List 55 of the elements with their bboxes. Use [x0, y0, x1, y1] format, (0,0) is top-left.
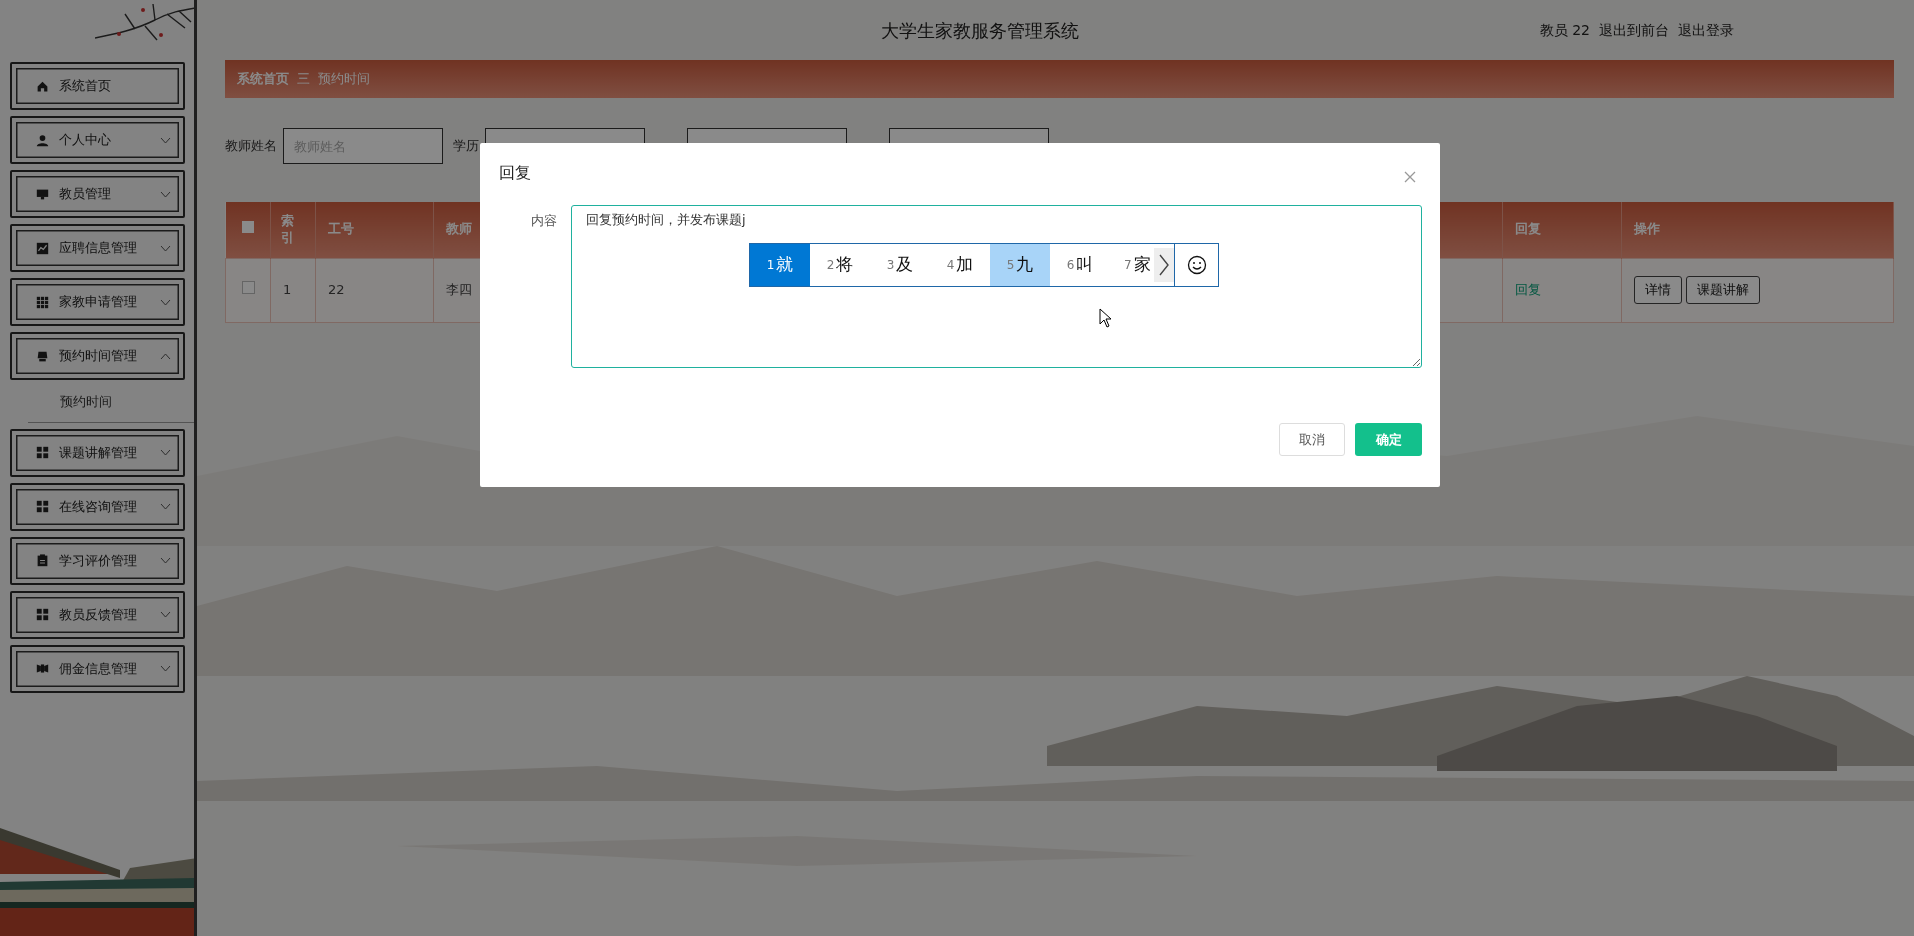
ime-candidate[interactable]: 4 加 — [930, 244, 990, 286]
sidebar-item[interactable]: 家教申请管理 — [10, 278, 185, 326]
action-button[interactable]: 详情 — [1634, 276, 1682, 304]
row-checkbox[interactable] — [241, 281, 255, 295]
breadcrumb-separator: 三 — [297, 70, 310, 89]
next-page-icon[interactable] — [1154, 248, 1174, 282]
film-icon — [36, 662, 49, 675]
field-label: 内容 — [530, 212, 557, 230]
action-button[interactable]: 课题讲解 — [1686, 276, 1760, 304]
sidebar-item[interactable]: 系统首页 — [10, 62, 185, 110]
header-link[interactable]: 退出登录 — [1678, 19, 1734, 41]
search-label: 学历 — [453, 137, 479, 156]
sidebar-item[interactable]: 个人中心 — [10, 116, 185, 164]
table-cell: 22 — [328, 282, 345, 298]
cursor-icon — [1099, 308, 1113, 328]
grid-icon — [36, 446, 49, 459]
breadcrumb-item: 预约时间 — [318, 70, 370, 89]
grid-icon — [36, 608, 49, 621]
sidebar-item[interactable]: 教员管理 — [10, 170, 185, 218]
ime-candidate[interactable]: 2将 — [810, 244, 870, 286]
search-label: 教师姓名 — [225, 137, 277, 156]
ime-candidate[interactable]: 5 九 — [990, 244, 1050, 286]
table-cell: 李四 — [446, 282, 472, 298]
grid-icon — [36, 295, 49, 309]
select-all-checkbox[interactable] — [241, 221, 254, 234]
column-header: 操作 — [1634, 221, 1660, 237]
monitor-icon — [36, 187, 49, 201]
sidebar-item[interactable]: 应聘信息管理 — [10, 224, 185, 272]
clipboard-icon — [36, 554, 49, 567]
user-icon — [36, 133, 49, 147]
column-header: 索引 — [281, 212, 294, 245]
tray-icon — [36, 349, 49, 363]
ime-candidate[interactable]: 6 叫 — [1050, 244, 1110, 286]
ime-candidate[interactable]: 1就 — [750, 244, 810, 286]
sidebar-item[interactable]: 教员反馈管理 — [10, 590, 185, 639]
header-link[interactable]: 退出到前台 — [1599, 19, 1669, 41]
sidebar-item[interactable]: 学习评价管理 — [10, 536, 185, 585]
sidebar-item[interactable]: 课题讲解管理 — [10, 428, 185, 477]
ime-candidate[interactable]: 7 家 — [1110, 244, 1154, 286]
submenu-item[interactable]: 预约时间 — [28, 386, 194, 423]
grid-icon — [36, 500, 49, 513]
sidebar-item[interactable]: 佣金信息管理 — [10, 644, 185, 693]
sidebar-item[interactable]: 在线咨询管理 — [10, 482, 185, 531]
ime-candidate[interactable]: 3及 — [870, 244, 930, 286]
user-label: 教员 22 — [1539, 20, 1590, 40]
table-cell: 1 — [283, 282, 292, 298]
home-icon — [36, 79, 49, 93]
app-title: 大学生家教服务管理系统 — [880, 18, 1079, 43]
sidebar-item[interactable]: 预约时间管理 — [10, 332, 185, 380]
dialog-title: 回复 — [499, 162, 531, 184]
column-header: 教师 — [446, 221, 472, 237]
column-header: 工号 — [328, 221, 354, 237]
column-header: 回复 — [1515, 221, 1541, 237]
cancel-button[interactable]: 取消 — [1279, 423, 1345, 456]
chart-icon — [36, 241, 49, 255]
